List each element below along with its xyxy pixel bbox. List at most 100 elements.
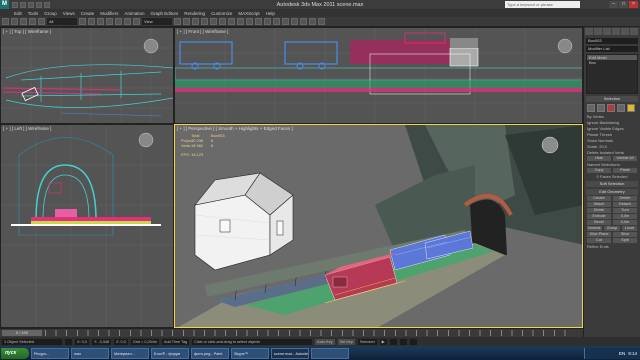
rendered-frame-icon[interactable]	[309, 18, 316, 25]
scale-icon[interactable]	[133, 18, 140, 25]
start-button[interactable]: пуск	[1, 347, 29, 359]
taskbar-item[interactable]: Блог® - форум	[151, 347, 189, 359]
extrude-button[interactable]: Extrude	[587, 214, 611, 219]
viewport-top[interactable]: [ + ] [ Top ] [ Wireframe ]	[0, 27, 174, 124]
taskbar-item[interactable]	[311, 347, 349, 359]
curve-editor-icon[interactable]	[273, 18, 280, 25]
key-filter-dropdown[interactable]: Selected	[357, 338, 377, 345]
language-indicator[interactable]: EN	[619, 351, 625, 356]
create-tab-icon[interactable]	[585, 28, 593, 35]
lock-selection-icon[interactable]	[65, 338, 72, 345]
show-normals-checkbox[interactable]: Show Normals	[587, 138, 637, 143]
viewport-label[interactable]: [ + ] [ Left ] [ Wireframe ]	[3, 126, 51, 131]
utilities-tab-icon[interactable]	[630, 28, 638, 35]
layer-manager-icon[interactable]	[255, 18, 262, 25]
coord-z[interactable]: Z: 0,0	[114, 338, 128, 345]
viewport-label[interactable]: [ + ] [ Front ] [ Wireframe ]	[177, 29, 228, 34]
pan-icon[interactable]	[399, 338, 407, 345]
percent-snap-icon[interactable]	[210, 18, 217, 25]
coord-x[interactable]: X: 0,0	[75, 338, 89, 345]
menu-help[interactable]: Help	[266, 11, 275, 16]
track-bar[interactable]	[45, 330, 575, 336]
motion-tab-icon[interactable]	[612, 28, 620, 35]
menu-views[interactable]: Views	[63, 11, 75, 16]
angle-snap-icon[interactable]	[201, 18, 208, 25]
menu-maxscript[interactable]: MAXScript	[238, 11, 259, 16]
named-selection-icon[interactable]	[228, 18, 235, 25]
menu-edit[interactable]: Edit	[14, 11, 22, 16]
polygon-icon[interactable]	[617, 104, 625, 112]
menu-modifiers[interactable]: Modifiers	[100, 11, 118, 16]
modifier-list-dropdown[interactable]: Modifier List	[586, 46, 638, 52]
search-input[interactable]: Type a keyword or phrase	[505, 1, 580, 8]
hide-button[interactable]: Hide	[587, 156, 611, 161]
object-name-field[interactable]: Box003	[586, 38, 638, 44]
ignore-visible-edges-checkbox[interactable]: Ignore Visible Edges	[587, 126, 637, 131]
unhide-all-button[interactable]: Unhide All	[613, 156, 637, 161]
taskbar-item[interactable]: фото.png - Paint	[191, 347, 229, 359]
link-icon[interactable]	[20, 18, 27, 25]
bind-space-warp-icon[interactable]	[38, 18, 45, 25]
redo-tool-icon[interactable]	[11, 18, 18, 25]
face-icon[interactable]	[607, 104, 615, 112]
auto-key-button[interactable]: Auto Key	[315, 338, 335, 345]
soft-selection-rollout[interactable]: Soft Selection	[586, 181, 638, 187]
window-crossing-icon[interactable]	[106, 18, 113, 25]
stack-item-box[interactable]: Box	[587, 60, 637, 65]
menu-animation[interactable]: Animation	[125, 11, 145, 16]
vertex-icon[interactable]	[587, 104, 595, 112]
rectangle-selection-icon[interactable]	[97, 18, 104, 25]
edit-geometry-rollout[interactable]: Edit Geometry	[586, 189, 638, 195]
modify-tab-icon[interactable]	[594, 28, 602, 35]
select-object-icon[interactable]	[79, 18, 86, 25]
extrude-value[interactable]: 0,0m	[613, 214, 637, 219]
viewport-left[interactable]: [ + ] [ Left ] [ Wireframe ]	[0, 124, 174, 328]
play-icon[interactable]: ▶	[379, 338, 387, 345]
mirror-icon[interactable]	[237, 18, 244, 25]
create-button[interactable]: Create	[587, 196, 611, 201]
add-time-tag-button[interactable]: Add Time Tag	[162, 338, 190, 345]
select-manipulate-icon[interactable]	[183, 18, 190, 25]
turn-button[interactable]: Turn	[613, 208, 637, 213]
refine-ends-checkbox[interactable]: Refine Ends	[587, 244, 637, 249]
pivot-center-icon[interactable]	[174, 18, 181, 25]
selection-filter-dropdown[interactable]: All	[47, 18, 77, 25]
paste-button[interactable]: Paste	[613, 168, 637, 173]
group-radio[interactable]: Group	[604, 226, 620, 231]
close-icon[interactable]: ×	[629, 1, 638, 8]
by-vertex-checkbox[interactable]: By Vertex	[587, 114, 637, 119]
menu-create[interactable]: Create	[81, 11, 95, 16]
render-production-icon[interactable]	[318, 18, 325, 25]
bevel-button[interactable]: Bevel	[587, 220, 611, 225]
taskbar-item-3dsmax[interactable]: scene.max - Autodesk...	[271, 347, 309, 359]
menu-rendering[interactable]: Rendering	[184, 11, 205, 16]
cut-button[interactable]: Cut	[587, 238, 611, 243]
viewport-perspective[interactable]: [ + ] [ Perspective ] [ Smooth + Highlig…	[174, 124, 583, 328]
menu-group[interactable]: Group	[44, 11, 57, 16]
element-icon[interactable]	[627, 104, 635, 112]
viewport-label[interactable]: [ + ] [ Perspective ] [ Smooth + Highlig…	[177, 126, 293, 131]
spinner-snap-icon[interactable]	[219, 18, 226, 25]
maximize-icon[interactable]: □	[619, 1, 628, 8]
attach-button[interactable]: Attach	[587, 202, 611, 207]
snap-toggle-icon[interactable]	[192, 18, 199, 25]
move-icon[interactable]	[115, 18, 122, 25]
select-by-name-icon[interactable]	[88, 18, 95, 25]
divide-button[interactable]: Divide	[587, 208, 611, 213]
time-slider[interactable]: 0 / 100	[2, 330, 42, 336]
taskbar-item[interactable]: Skype™	[231, 347, 269, 359]
menu-tools[interactable]: Tools	[28, 11, 39, 16]
taskbar-item[interactable]: Ресурс...	[31, 347, 69, 359]
taskbar-item[interactable]: max	[71, 347, 109, 359]
graphite-toggle-icon[interactable]	[264, 18, 271, 25]
display-tab-icon[interactable]	[621, 28, 629, 35]
viewport-label[interactable]: [ + ] [ Top ] [ Wireframe ]	[3, 29, 51, 34]
taskbar-item[interactable]: Материал...	[111, 347, 149, 359]
align-icon[interactable]	[246, 18, 253, 25]
copy-button[interactable]: Copy	[587, 168, 611, 173]
minimize-icon[interactable]: –	[609, 1, 618, 8]
material-editor-icon[interactable]	[291, 18, 298, 25]
hierarchy-tab-icon[interactable]	[603, 28, 611, 35]
detach-button[interactable]: Detach	[613, 202, 637, 207]
orbit-icon[interactable]	[409, 338, 417, 345]
